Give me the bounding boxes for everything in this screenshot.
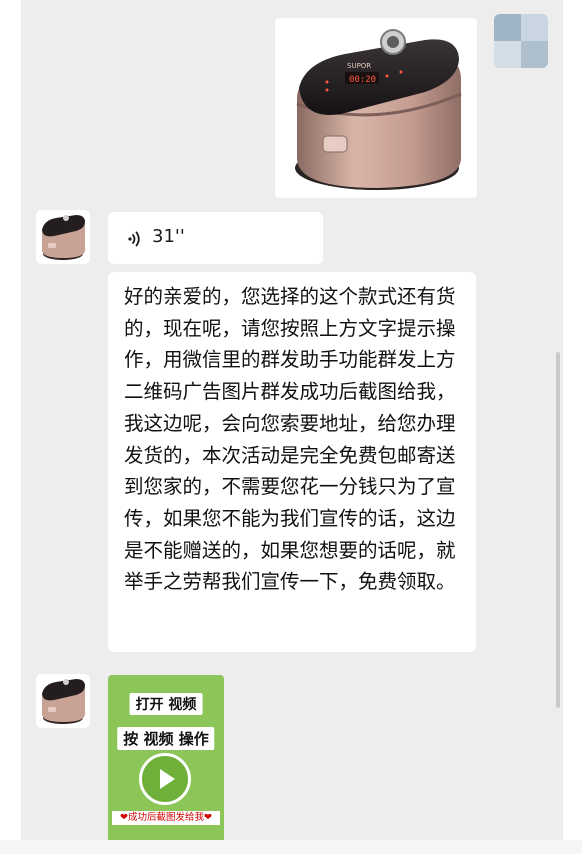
brand-text: SUPOR — [347, 62, 371, 70]
scrollbar[interactable] — [556, 352, 560, 708]
rice-cooker-image-message[interactable]: SUPOR 00:20 — [275, 18, 477, 198]
voice-message[interactable]: 31'' — [108, 212, 323, 264]
my-avatar[interactable] — [494, 14, 548, 68]
video-caption: ❤成功后截图发给我❤ — [112, 811, 220, 825]
rice-cooker-avatar-image — [36, 674, 90, 728]
video-label-follow: 按 视频 操作 — [117, 727, 215, 750]
play-button[interactable] — [139, 753, 191, 805]
voice-wave-icon — [128, 231, 140, 247]
video-label-open: 打开 视频 — [129, 693, 203, 715]
rice-cooker-avatar-image — [36, 210, 90, 264]
rice-cooker-image: SUPOR 00:20 — [295, 29, 462, 190]
contact-avatar[interactable] — [36, 674, 90, 728]
voice-duration: 31'' — [152, 226, 185, 247]
text-message[interactable]: 好的亲爱的，您选择的这个款式还有货的，现在呢，请您按照上方文字提示操作，用微信里… — [108, 272, 476, 652]
bottom-strip — [0, 840, 582, 854]
play-icon — [160, 769, 175, 789]
video-message[interactable]: 打开 视频 按 视频 操作 ❤成功后截图发给我❤ — [108, 675, 224, 843]
contact-avatar[interactable] — [36, 210, 90, 264]
display-text: 00:20 — [349, 75, 376, 85]
